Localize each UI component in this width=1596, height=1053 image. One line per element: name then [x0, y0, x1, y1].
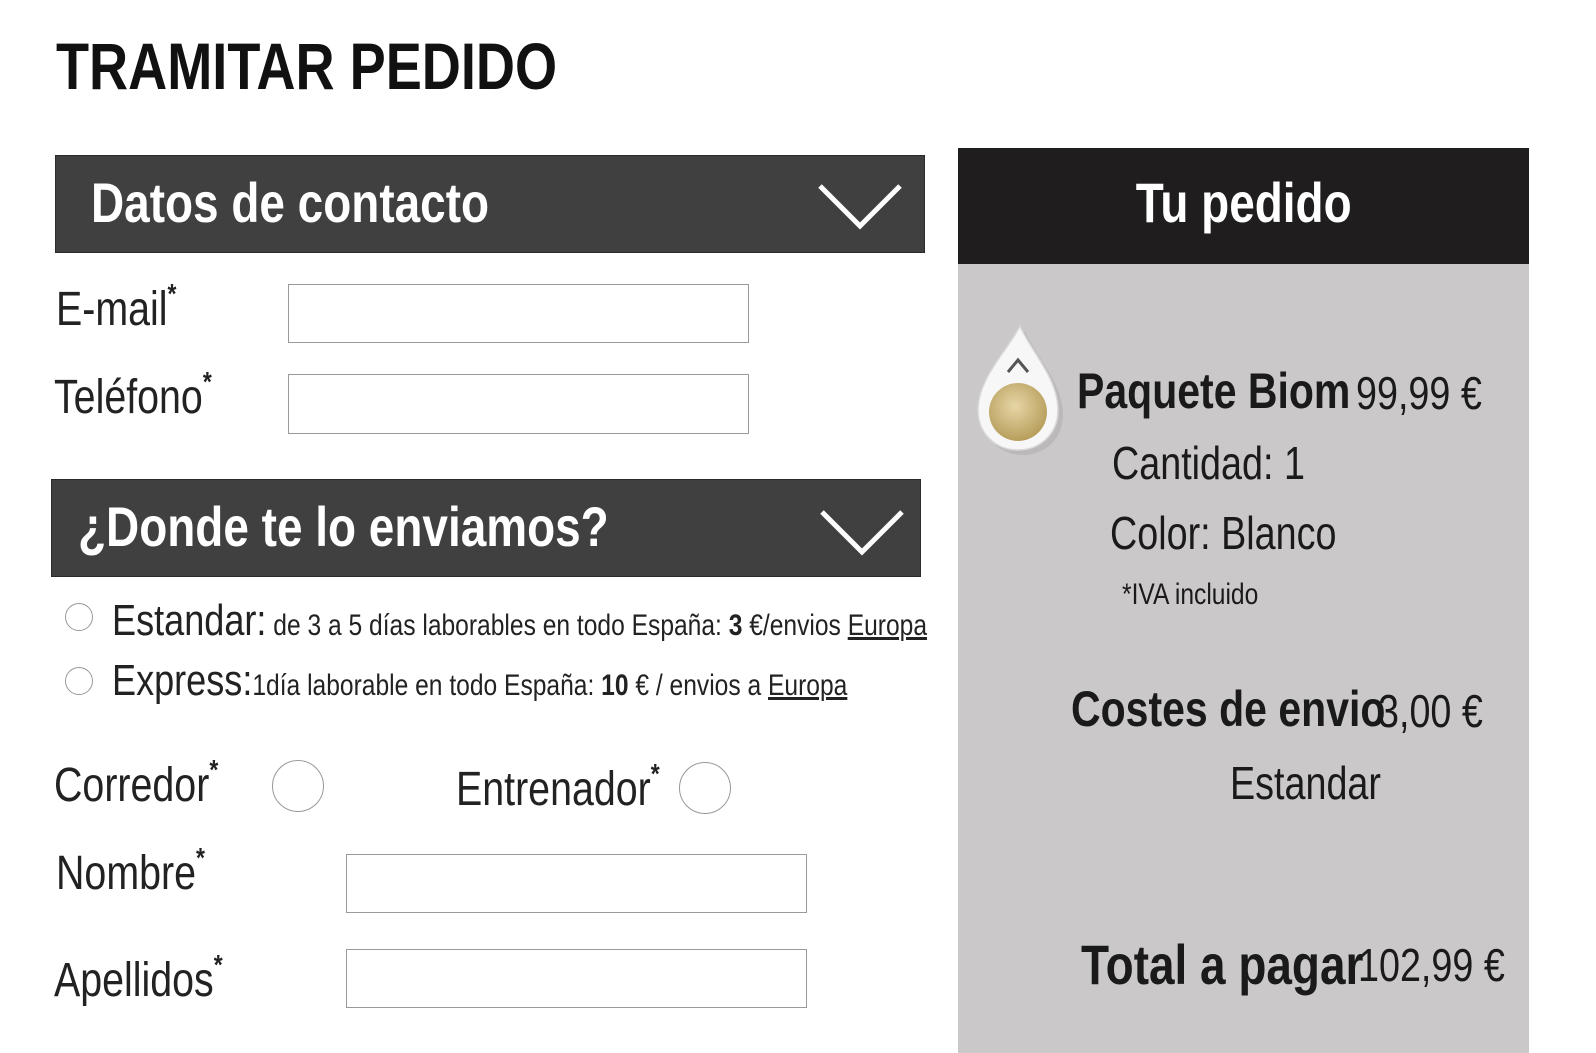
required-mark: * — [202, 366, 212, 397]
product-name: Paquete Biom — [1077, 363, 1351, 419]
shipping-express-europe-link[interactable]: Europa — [768, 669, 847, 702]
surname-field[interactable] — [346, 949, 807, 1008]
total-label: Total a pagar — [1081, 933, 1364, 996]
name-label: Nombre* — [56, 842, 205, 901]
coach-label: Entrenador* — [456, 758, 660, 817]
shipping-standard-radio[interactable] — [65, 603, 93, 631]
shipping-standard-name: Estandar: — [112, 596, 267, 645]
order-summary-title: Tu pedido — [1135, 171, 1352, 234]
email-field[interactable] — [288, 284, 749, 343]
phone-label-text: Teléfono — [54, 371, 203, 424]
coach-label-text: Entrenador — [456, 763, 651, 816]
shipping-standard-option[interactable]: Estandar: de 3 a 5 días laborables en to… — [112, 596, 927, 646]
chevron-down-icon[interactable] — [816, 180, 904, 232]
shipping-express-price: 10 — [601, 669, 629, 702]
contact-section-header[interactable]: Datos de contacto — [55, 155, 925, 253]
required-mark: * — [167, 278, 177, 309]
shipping-standard-currency: €/envios — [742, 609, 848, 642]
product-price: 99,99 € — [1356, 367, 1482, 419]
shipping-method: Estandar — [1230, 757, 1381, 809]
shipping-section-header[interactable]: ¿Donde te lo enviamos? — [51, 479, 921, 577]
biom-device-icon — [977, 324, 1063, 455]
shipping-express-option[interactable]: Express:1día laborable en todo España: 1… — [112, 656, 847, 706]
order-summary-header: Tu pedido — [958, 148, 1529, 264]
shipping-standard-europe-link[interactable]: Europa — [848, 609, 927, 642]
product-quantity: Cantidad: 1 — [1112, 437, 1305, 489]
shipping-standard-price: 3 — [728, 609, 743, 642]
runner-label-text: Corredor — [54, 759, 210, 812]
phone-field[interactable] — [288, 374, 749, 434]
surname-label-text: Apellidos — [54, 954, 214, 1007]
phone-label: Teléfono* — [54, 366, 212, 425]
name-label-text: Nombre — [56, 847, 196, 900]
chevron-down-icon[interactable] — [818, 506, 906, 558]
shipping-express-name: Express: — [112, 656, 253, 705]
shipping-cost-label: Costes de envio — [1071, 681, 1386, 737]
vat-note: *IVA incluido — [1122, 578, 1259, 611]
shipping-section-title: ¿Donde te lo enviamos? — [78, 495, 609, 558]
shipping-express-desc: 1día laborable en todo España: — [252, 669, 602, 702]
required-mark: * — [209, 754, 219, 785]
name-field[interactable] — [346, 854, 807, 913]
runner-radio[interactable] — [272, 760, 324, 812]
required-mark: * — [650, 758, 660, 789]
required-mark: * — [195, 842, 205, 873]
shipping-express-currency: € / envios a — [628, 669, 768, 702]
email-label: E-mail* — [56, 278, 176, 337]
coach-radio[interactable] — [679, 762, 731, 814]
shipping-standard-desc: de 3 a 5 días laborables en todo España: — [266, 609, 729, 642]
required-mark: * — [213, 949, 223, 980]
total-price: 102,99 € — [1358, 939, 1505, 991]
runner-label: Corredor* — [54, 754, 218, 813]
page-title: TRAMITAR PEDIDO — [56, 29, 558, 103]
shipping-cost-price: 3,00 € — [1378, 685, 1483, 737]
email-label-text: E-mail — [56, 283, 168, 336]
product-color: Color: Blanco — [1110, 507, 1337, 559]
surname-label: Apellidos* — [54, 949, 223, 1008]
contact-section-title: Datos de contacto — [91, 171, 490, 234]
shipping-express-radio[interactable] — [65, 667, 93, 695]
